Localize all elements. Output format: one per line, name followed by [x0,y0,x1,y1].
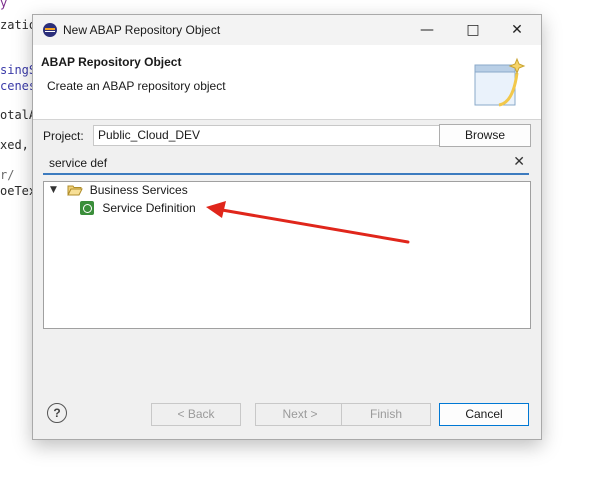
code-line: otalA [0,108,37,122]
service-definition-icon [80,200,94,215]
code-line: y [0,0,8,10]
eclipse-icon [43,23,57,37]
maximize-button[interactable]: □ [451,15,495,45]
code-line: r/ [0,168,15,182]
next-button[interactable]: Next > [255,403,345,426]
clear-icon[interactable]: ✕ [513,154,525,170]
code-line: singS [0,63,37,77]
tree-category-label: Business Services [89,182,188,197]
tree-item-service-definition[interactable]: Service Definition [80,200,196,218]
code-line: oeTex [0,184,37,198]
dialog-title: New ABAP Repository Object [63,23,221,37]
code-line: zatio [0,18,37,32]
close-button[interactable]: ✕ [495,15,539,45]
chevron-down-icon[interactable]: ▼ [50,185,62,195]
banner-title: ABAP Repository Object [41,55,182,69]
finish-button[interactable]: Finish [341,403,431,426]
object-type-tree[interactable]: ▼ Business Services Service Definition [43,181,531,329]
wizard-window-icon [474,57,526,107]
tree-category-business-services[interactable]: ▼ Business Services [50,182,188,200]
project-field[interactable]: Public_Cloud_DEV [93,125,441,146]
code-line: cenes [0,79,37,93]
banner-subtitle: Create an ABAP repository object [47,79,226,93]
minimize-button[interactable]: — [405,15,449,45]
help-icon[interactable]: ? [47,403,67,423]
wizard-banner: ABAP Repository Object Create an ABAP re… [33,45,541,120]
dialog-titlebar[interactable]: New ABAP Repository Object — □ ✕ [33,15,541,45]
code-line: xed, [0,138,29,152]
folder-open-icon [67,185,84,196]
new-repository-object-dialog: New ABAP Repository Object — □ ✕ ABAP Re… [32,14,542,440]
tree-item-label: Service Definition [102,200,196,215]
search-text: service def [49,156,108,170]
search-input[interactable]: service def ✕ [43,153,529,175]
back-button[interactable]: < Back [151,403,241,426]
browse-button[interactable]: Browse [439,124,531,147]
project-label: Project: [43,129,84,143]
cancel-button[interactable]: Cancel [439,403,529,426]
